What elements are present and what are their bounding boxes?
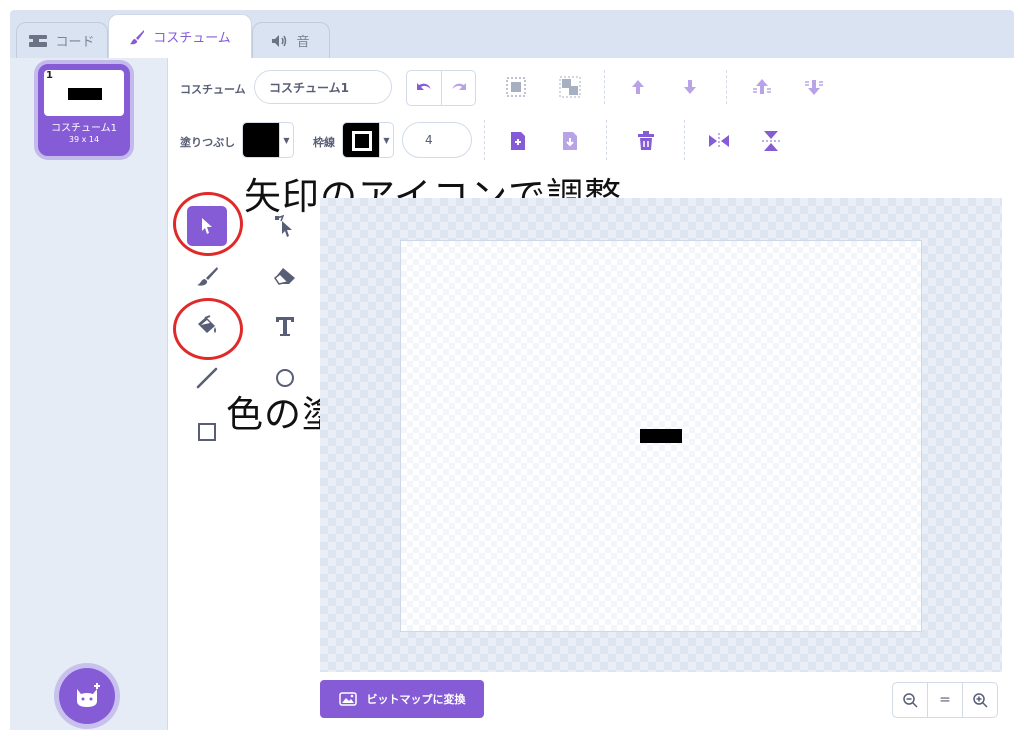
arrow-up-icon <box>632 80 644 94</box>
toolbar-divider <box>484 120 485 160</box>
arrow-down-icon <box>684 80 696 94</box>
text-tool-icon <box>276 317 294 336</box>
brush-tool[interactable] <box>187 256 227 296</box>
tab-costume-label: コスチューム <box>153 31 231 46</box>
eraser-tool[interactable] <box>265 256 305 296</box>
backward-button[interactable] <box>672 70 708 104</box>
delete-button[interactable] <box>630 126 662 156</box>
editor-tab-bar: コード コスチューム 音 <box>10 10 1014 58</box>
undo-button[interactable] <box>407 71 441 105</box>
undo-redo-group <box>406 70 476 106</box>
undo-icon <box>417 83 431 90</box>
costume-name: コスチューム1 <box>50 123 118 134</box>
copy-icon <box>511 132 525 150</box>
tab-code[interactable]: コード <box>16 22 108 58</box>
tab-sound[interactable]: 音 <box>252 22 330 58</box>
costume-name-label: コスチューム <box>180 83 246 96</box>
flip-horizontal-button[interactable] <box>702 126 736 156</box>
toolbar-divider <box>604 70 605 104</box>
ungroup-icon <box>559 76 581 98</box>
fill-color-picker[interactable]: ▼ <box>242 122 294 158</box>
flip-vertical-icon <box>762 131 780 151</box>
outline-color-swatch <box>343 123 379 157</box>
outline-width-input[interactable] <box>402 122 472 158</box>
front-button[interactable] <box>744 70 780 104</box>
zoom-in-button[interactable] <box>962 683 997 717</box>
zoom-out-button[interactable] <box>893 683 927 717</box>
back-button[interactable] <box>796 70 832 104</box>
circle-tool[interactable] <box>265 358 305 398</box>
chevron-down-icon: ▼ <box>379 123 393 157</box>
rectangle-tool[interactable] <box>187 412 227 452</box>
eraser-icon <box>273 268 295 285</box>
thumbnail-shape <box>68 88 102 100</box>
cat-add-icon <box>77 683 100 707</box>
toolbar-divider <box>606 120 607 160</box>
redo-icon <box>451 83 466 90</box>
trash-icon <box>638 131 654 150</box>
toolbar-divider <box>684 120 685 160</box>
convert-to-bitmap-label: ビットマップに変換 <box>366 693 466 706</box>
tab-costume[interactable]: コスチューム <box>108 14 252 58</box>
group-icon <box>506 77 526 97</box>
zoom-reset-button[interactable]: = <box>927 683 962 717</box>
zoom-controls: = <box>892 682 998 718</box>
tab-code-label: コード <box>55 35 95 50</box>
fill-color-swatch <box>243 123 279 157</box>
redo-button[interactable] <box>441 71 475 105</box>
arrow-bottom-icon <box>805 80 823 95</box>
reshape-icon <box>275 214 292 237</box>
add-costume-button[interactable] <box>59 668 115 724</box>
costume-list-pane: 1 コスチューム1 39 x 14 <box>10 58 168 730</box>
circle-icon <box>276 369 294 387</box>
forward-button[interactable] <box>620 70 656 104</box>
brush-icon <box>130 29 145 44</box>
convert-to-bitmap-button[interactable]: ビットマップに変換 <box>320 680 484 718</box>
line-tool[interactable] <box>187 358 227 398</box>
costume-item[interactable]: 1 コスチューム1 39 x 14 <box>38 64 130 156</box>
costume-size: 39 x 14 <box>68 135 100 144</box>
flip-vertical-button[interactable] <box>754 126 788 156</box>
costume-number: 1 <box>46 70 53 81</box>
fill-label: 塗りつぶし <box>180 136 236 149</box>
speaker-icon <box>272 34 287 47</box>
selection-highlight-circle <box>173 192 243 256</box>
zoom-in-icon <box>973 693 988 708</box>
paste-icon <box>563 132 577 150</box>
outline-label: 枠線 <box>313 136 335 149</box>
chevron-down-icon: ▼ <box>279 123 293 157</box>
zoom-out-icon <box>903 693 918 708</box>
flip-horizontal-icon <box>709 133 729 149</box>
rectangle-icon <box>198 423 216 441</box>
costume-name-input[interactable] <box>254 70 392 104</box>
brush-icon <box>197 267 218 286</box>
reshape-tool[interactable] <box>265 206 305 246</box>
ungroup-button[interactable] <box>552 70 588 104</box>
arrow-top-icon <box>753 79 771 94</box>
costume-thumbnail: 1 <box>44 70 124 116</box>
toolbar-divider <box>726 70 727 104</box>
outline-color-picker[interactable]: ▼ <box>342 122 394 158</box>
fill-highlight-circle <box>173 298 243 360</box>
group-button[interactable] <box>498 70 534 104</box>
paste-button[interactable] <box>554 126 586 156</box>
tab-sound-label: 音 <box>296 35 310 50</box>
line-icon <box>196 367 218 389</box>
image-icon <box>338 692 357 706</box>
text-tool[interactable] <box>265 306 305 346</box>
code-blocks-icon <box>29 34 48 47</box>
copy-button[interactable] <box>502 126 534 156</box>
zoom-reset-label: = <box>939 692 951 708</box>
costume-shape-rectangle[interactable] <box>640 429 682 443</box>
